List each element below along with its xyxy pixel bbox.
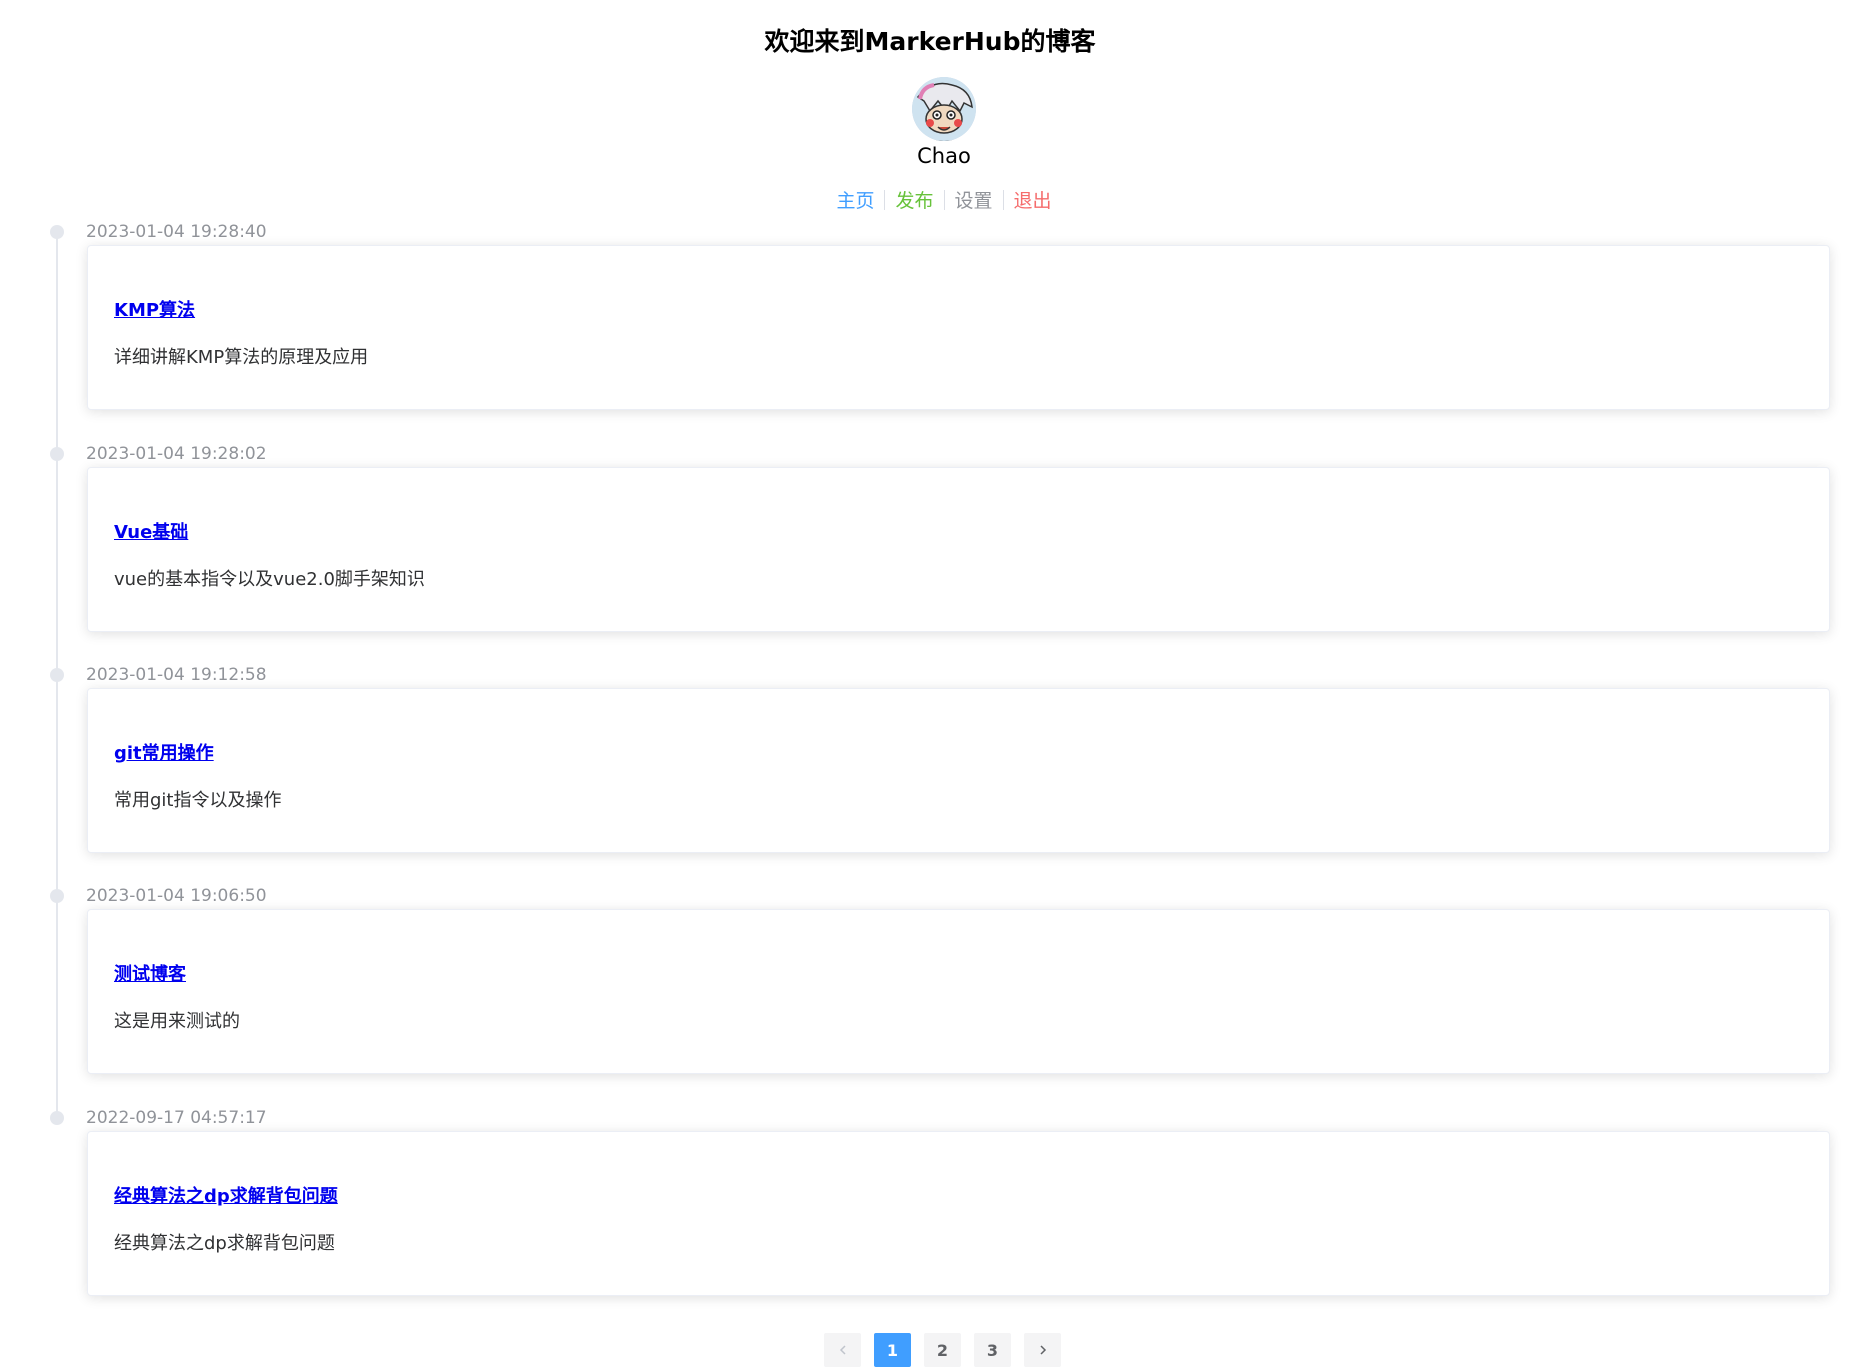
page-button-3[interactable]: 3 [974, 1333, 1011, 1367]
timeline-dot [50, 447, 64, 461]
timeline-dot [50, 889, 64, 903]
post-description: 这是用来测试的 [114, 1011, 240, 1032]
post-title-link[interactable]: 经典算法之dp求解背包问题 [114, 1182, 338, 1208]
next-page-button[interactable] [1024, 1333, 1061, 1367]
post-timestamp: 2023-01-04 19:12:58 [86, 665, 267, 685]
post-description: 常用git指令以及操作 [114, 790, 282, 811]
timeline-dot [50, 225, 64, 239]
post-title-link[interactable]: git常用操作 [114, 739, 214, 765]
post-title-link[interactable]: 测试博客 [114, 960, 186, 986]
post-description: vue的基本指令以及vue2.0脚手架知识 [114, 569, 425, 590]
post-timestamp: 2023-01-04 19:28:40 [86, 222, 267, 242]
post-timestamp: 2023-01-04 19:06:50 [86, 886, 267, 906]
post-timeline: 2023-01-04 19:28:40 KMP算法 详细讲解KMP算法的原理及应… [0, 0, 1860, 1364]
post-timestamp: 2023-01-04 19:28:02 [86, 444, 267, 464]
post-timestamp: 2022-09-17 04:57:17 [86, 1108, 267, 1128]
post-card: git常用操作 常用git指令以及操作 [87, 688, 1830, 853]
timeline-dot [50, 1111, 64, 1125]
prev-page-button[interactable] [824, 1333, 861, 1367]
chevron-left-icon [839, 1345, 846, 1355]
post-description: 详细讲解KMP算法的原理及应用 [114, 347, 369, 368]
post-card: 测试博客 这是用来测试的 [87, 909, 1830, 1074]
pagination: 1 2 3 [824, 1333, 1061, 1367]
timeline-dot [50, 668, 64, 682]
post-description: 经典算法之dp求解背包问题 [114, 1233, 335, 1254]
post-card: KMP算法 详细讲解KMP算法的原理及应用 [87, 245, 1830, 410]
post-card: 经典算法之dp求解背包问题 经典算法之dp求解背包问题 [87, 1131, 1830, 1296]
page-button-1[interactable]: 1 [874, 1333, 911, 1367]
post-title-link[interactable]: Vue基础 [114, 518, 188, 544]
chevron-right-icon [1039, 1345, 1046, 1355]
post-title-link[interactable]: KMP算法 [114, 296, 195, 322]
page-button-2[interactable]: 2 [924, 1333, 961, 1367]
post-card: Vue基础 vue的基本指令以及vue2.0脚手架知识 [87, 467, 1830, 632]
